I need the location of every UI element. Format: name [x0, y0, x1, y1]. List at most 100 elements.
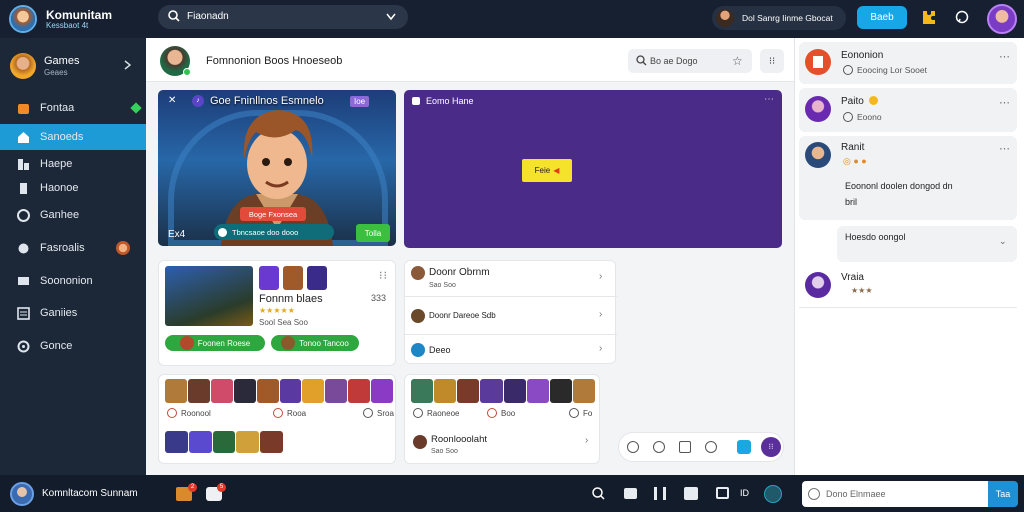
char-tile[interactable] — [348, 379, 371, 403]
char-tile[interactable] — [279, 379, 302, 403]
search-input[interactable]: Fiaonadn — [187, 11, 229, 22]
message-placeholder: Dono Elnmaee — [826, 489, 886, 499]
list-avatar — [413, 435, 427, 449]
chevron-down-icon[interactable] — [386, 12, 396, 24]
image-icon[interactable] — [679, 441, 691, 453]
chevron-down-icon[interactable]: ⌄ — [999, 236, 1007, 247]
char-tile[interactable] — [165, 379, 187, 403]
sidebar-item-5[interactable]: Fasroalis — [0, 235, 146, 261]
game-card[interactable]: ⁝⁝ Fonnm blaes 333 ★★★★★ Sool Sea Soo Fo… — [158, 260, 396, 366]
video-panel[interactable]: Eomo Hane ⋯ Feie ◀ — [404, 90, 782, 248]
more-icon[interactable]: ⋯ — [999, 50, 1011, 63]
char-tile[interactable] — [572, 379, 595, 403]
chat-item-3[interactable]: Hoesdo oongol ⌄ — [837, 226, 1017, 262]
message-icon[interactable] — [624, 488, 637, 499]
screen-icon[interactable] — [716, 487, 729, 499]
chevron-right-icon: › — [599, 271, 603, 282]
hero-green-button[interactable]: Tolla — [356, 224, 390, 242]
more-icon[interactable]: ⋯ — [999, 142, 1011, 155]
play-icon — [218, 227, 227, 237]
char-tile[interactable] — [325, 379, 348, 403]
list-item-2[interactable]: Deeo › — [405, 335, 617, 365]
smile-icon[interactable] — [705, 441, 717, 453]
search-bar[interactable]: Fiaonadn — [158, 5, 408, 29]
stats-icon[interactable] — [654, 487, 666, 500]
char-tile[interactable] — [210, 379, 233, 403]
photo-icon[interactable] — [684, 487, 698, 500]
sidebar-item-0[interactable]: Fontaa — [0, 95, 146, 121]
center-button[interactable]: Feie ◀ — [522, 159, 572, 182]
grid-label-2: Sroa — [377, 409, 394, 418]
star-icon[interactable]: ☆ — [732, 54, 743, 68]
globe-icon[interactable] — [764, 485, 782, 503]
char-tile[interactable] — [457, 379, 480, 403]
hero-banner[interactable]: ✕ ♪ Goe Fninllnos Esmnelo Ioe Boge Fxons… — [158, 90, 396, 246]
camera-icon[interactable] — [737, 440, 751, 454]
puzzle-icon[interactable] — [919, 8, 937, 26]
close-icon[interactable]: ✕ — [168, 95, 176, 106]
search-icon[interactable] — [592, 487, 605, 503]
tag-green-1[interactable]: Foonen Roese — [165, 335, 265, 351]
tag-green-2[interactable]: Tonoo Tancoo — [271, 335, 359, 351]
sidebar-item-4[interactable]: Ganhee — [0, 202, 146, 228]
bottom-user-avatar[interactable] — [10, 482, 34, 506]
char-tile[interactable] — [236, 431, 260, 453]
char-tile[interactable] — [480, 379, 503, 403]
chat-item-0[interactable]: Eononion Eoocing Lor Sooet ⋯ — [799, 42, 1017, 84]
chat-item-1[interactable]: Paito Eoono ⋯ — [799, 88, 1017, 132]
emoji-icon[interactable] — [627, 441, 639, 453]
sidebar-item-3[interactable]: Haonoe — [0, 175, 146, 201]
char-tile[interactable] — [260, 431, 283, 453]
chat-item-4[interactable]: Vraia ★★★ — [799, 268, 1017, 308]
more-icon[interactable]: ⋯ — [764, 94, 774, 105]
center-button-label: Feie — [534, 166, 551, 175]
attach-icon[interactable] — [808, 488, 820, 500]
floating-toolbar: ⁝⁝ — [618, 432, 784, 462]
send-button[interactable]: Taa — [988, 481, 1018, 507]
char-tile[interactable] — [526, 379, 549, 403]
char-tile[interactable] — [434, 379, 457, 403]
sidebar-profile-avatar[interactable] — [10, 53, 36, 79]
user-avatar[interactable] — [987, 4, 1017, 34]
app-name: Komunitam — [46, 8, 112, 22]
app-logo[interactable] — [9, 5, 37, 33]
sidebar-item-1[interactable]: Sanoeds — [0, 124, 146, 150]
sidebar-item-label: Gonce — [40, 340, 73, 352]
char-tile[interactable] — [188, 431, 212, 453]
more-button[interactable]: ⁝⁝ — [760, 49, 784, 73]
chat-text: Eoononl doolen dongod dn — [845, 181, 953, 191]
list-item-1[interactable]: Doonr Dareoe Sdb › — [405, 297, 617, 335]
hero-teal-button[interactable]: Tbncsaoe doo dooo — [214, 224, 334, 240]
tag-avatar — [179, 336, 194, 350]
char-tile[interactable] — [371, 379, 394, 403]
char-tile[interactable] — [187, 379, 210, 403]
more-icon[interactable]: ⋯ — [999, 96, 1011, 109]
header-search[interactable]: Bo ae Dogo ☆ — [628, 49, 752, 73]
message-input[interactable]: Dono Elnmaee — [802, 481, 988, 507]
char-tile[interactable] — [233, 379, 256, 403]
gif-icon[interactable] — [653, 441, 665, 453]
char-tile[interactable] — [411, 379, 434, 403]
grid-card-left: Roonool Rooa Sroa — [158, 374, 396, 464]
list-item-0[interactable]: Doonr Obrnm Sao Soo › — [405, 261, 617, 297]
header-search-input[interactable]: Bo ae Dogo — [650, 56, 698, 66]
sidebar-item-8[interactable]: Gonce — [0, 333, 146, 359]
apps-icon[interactable]: ⁝⁝ — [761, 437, 781, 457]
chevron-right-icon[interactable] — [124, 60, 132, 73]
char-tile[interactable] — [212, 431, 236, 453]
chat-item-2[interactable]: Ranit ◎ ● ● Eoononl doolen dongod dn bri… — [799, 136, 1017, 220]
char-tile[interactable] — [503, 379, 526, 403]
primary-button[interactable]: Baeb — [857, 6, 907, 29]
profile-pill[interactable]: Dol Sanrg Iinme Gbocat — [712, 6, 846, 30]
hero-badge: Ioe — [350, 96, 370, 107]
sidebar-item-2[interactable]: Haepe — [0, 151, 146, 177]
hero-red-button[interactable]: Boge Fxonsea — [240, 207, 306, 221]
char-tile[interactable] — [302, 379, 325, 403]
chat-icon[interactable] — [955, 10, 969, 24]
more-icon[interactable]: ⁝⁝ — [379, 269, 388, 282]
char-tile[interactable] — [256, 379, 279, 403]
char-tile[interactable] — [549, 379, 572, 403]
sidebar-item-7[interactable]: Ganiies — [0, 300, 146, 326]
char-tile[interactable] — [165, 431, 188, 453]
sidebar-item-6[interactable]: Soononion — [0, 268, 146, 294]
